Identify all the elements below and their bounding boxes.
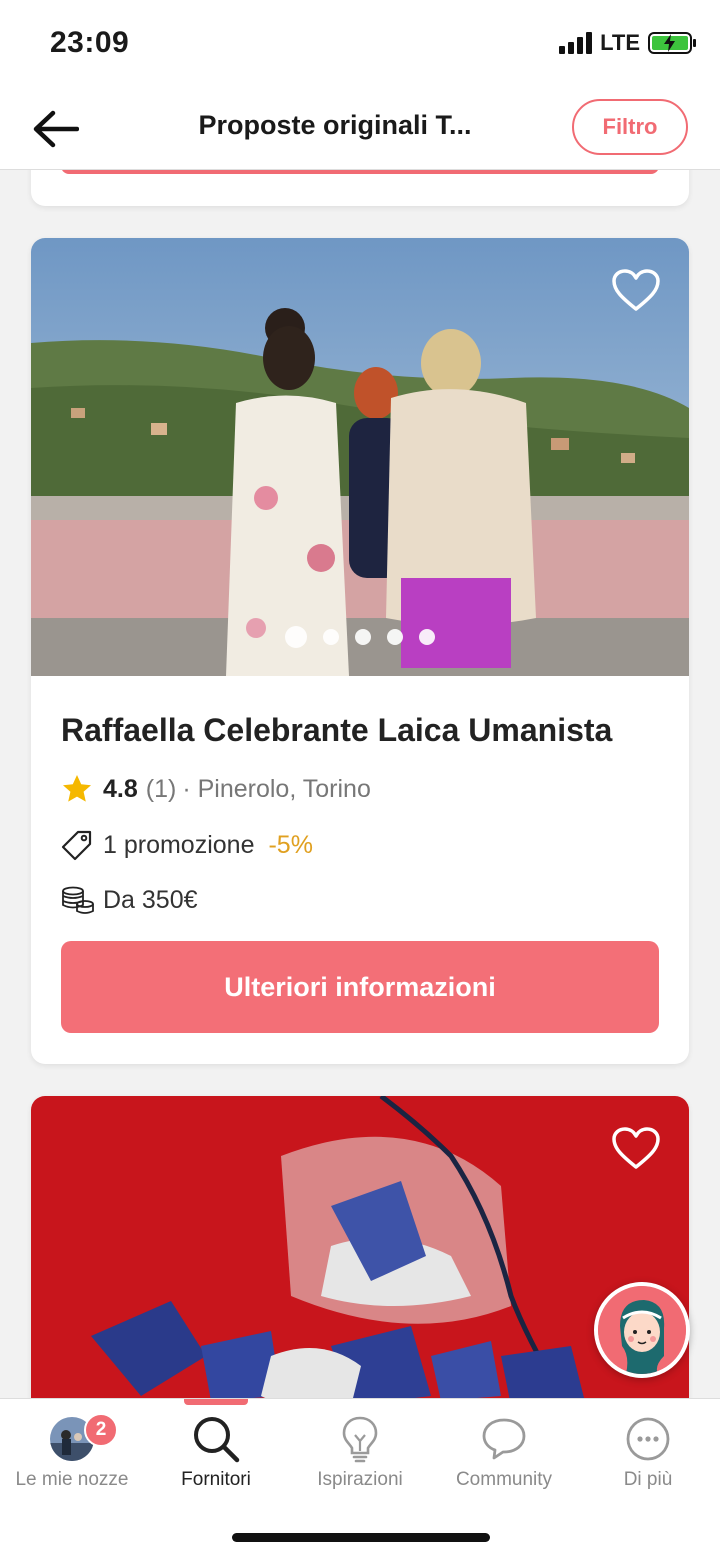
favors-photo [31, 1096, 689, 1398]
star-icon [63, 775, 91, 802]
pagination-dot[interactable] [355, 629, 371, 645]
tab-inspiration[interactable]: Ispirazioni [288, 1399, 432, 1509]
ceremony-photo [31, 238, 689, 676]
coins-icon [62, 886, 94, 914]
review-count: (1) [145, 774, 177, 803]
battery-icon [648, 32, 696, 54]
photo-pagination[interactable] [31, 626, 689, 648]
tab-my-wedding[interactable]: 2 Le mie nozze [0, 1399, 144, 1509]
rating-value: 4.8 [103, 774, 138, 803]
tab-more[interactable]: Di più [576, 1399, 720, 1509]
previous-card [31, 170, 689, 206]
tab-vendors[interactable]: Fornitori [144, 1399, 288, 1509]
vendor-name[interactable]: Raffaella Celebrante Laica Umanista [61, 712, 659, 749]
pagination-dot[interactable] [323, 629, 339, 645]
status-bar: 23:09 LTE [0, 0, 720, 88]
previous-card-button[interactable] [61, 170, 659, 174]
promotion-label: 1 promozione [103, 830, 255, 859]
more-info-button[interactable]: Ulteriori informazioni [61, 941, 659, 1033]
page-title: Proposte originali T... [198, 110, 472, 140]
vendor-photo[interactable] [31, 238, 689, 676]
tab-community[interactable]: Community [432, 1399, 576, 1509]
assistant-button[interactable] [594, 1282, 690, 1378]
vendor-card-next[interactable] [31, 1096, 689, 1398]
pagination-dot[interactable] [285, 626, 307, 648]
discount-badge: -5% [268, 830, 313, 859]
tab-label: Le mie nozze [15, 1469, 129, 1490]
tab-label: Fornitori [181, 1469, 251, 1490]
back-button[interactable] [28, 102, 82, 156]
price-row: Da 350€ [61, 885, 659, 915]
promotion-row: 1 promozione -5% [61, 829, 659, 861]
favorite-heart-icon[interactable] [611, 1126, 661, 1170]
tab-label: Community [455, 1469, 553, 1490]
notification-badge: 2 [84, 1413, 118, 1447]
signal-icon [559, 32, 593, 54]
vendor-card[interactable]: Raffaella Celebrante Laica Umanista 4.8 … [31, 238, 689, 1064]
price-label: Da 350€ [103, 885, 198, 914]
tab-label: Di più [623, 1469, 673, 1490]
pagination-dot[interactable] [387, 629, 403, 645]
status-indicators: LTE [559, 30, 696, 56]
assistant-avatar-icon [598, 1286, 686, 1374]
rating-row: 4.8 (1) · Pinerolo, Torino [61, 773, 659, 805]
arrow-left-icon [33, 110, 79, 148]
lightbulb-icon [342, 1416, 378, 1463]
search-icon [194, 1417, 240, 1463]
price-tag-icon [61, 830, 92, 861]
tab-label: Ispirazioni [317, 1469, 403, 1490]
vendor-location: · Pinerolo, Torino [182, 774, 371, 803]
top-app-bar: Proposte originali T... Filtro [0, 88, 720, 170]
vendor-feed[interactable]: Raffaella Celebrante Laica Umanista 4.8 … [0, 170, 720, 1398]
status-time: 23:09 [50, 26, 130, 59]
more-icon [626, 1417, 670, 1461]
vendor-photo-next[interactable] [31, 1096, 689, 1398]
favorite-heart-icon[interactable] [611, 268, 661, 312]
filter-button[interactable]: Filtro [572, 99, 688, 155]
home-indicator [232, 1533, 490, 1542]
pagination-dot[interactable] [419, 629, 435, 645]
chat-bubble-icon [482, 1418, 526, 1460]
network-label: LTE [600, 30, 640, 55]
